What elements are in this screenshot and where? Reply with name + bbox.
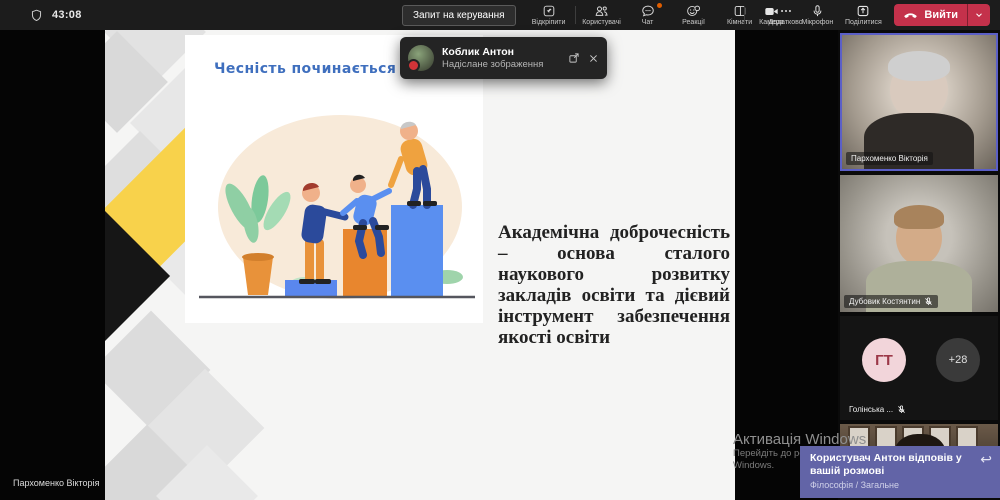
reply-arrow-icon[interactable]: ↩: [980, 452, 992, 493]
participant-name-tag: Пархоменко Вікторія: [846, 152, 933, 165]
avatar-initials: ГТ: [875, 352, 893, 369]
reactions-icon: [686, 4, 701, 18]
teamwork-illustration: [185, 87, 483, 315]
chat-button[interactable]: Чат: [625, 0, 671, 30]
participant-name: Голінська ...: [849, 405, 893, 414]
chat-label: Чат: [642, 19, 654, 26]
chevron-down-icon: [974, 10, 984, 20]
microphone-label: Мікрофон: [801, 19, 833, 26]
toast-message: Користувач Антон відповів у вашій розмов…: [810, 452, 976, 478]
toast-channel: Філософія / Загальне: [810, 480, 976, 490]
shield-icon: [30, 9, 43, 22]
camera-button[interactable]: Камера: [748, 0, 794, 30]
leave-button[interactable]: Вийти: [894, 4, 990, 26]
presentation-slide: Чесність починається з тебе: [105, 30, 735, 500]
participant-name: Пархоменко Вікторія: [851, 154, 928, 163]
popout-icon[interactable]: [568, 52, 580, 64]
share-button[interactable]: Поділитися: [840, 0, 886, 30]
chat-icon: [641, 4, 655, 18]
meeting-toolbar: 43:08 Запит на керування Відкріпити Кори…: [0, 0, 1000, 30]
video-tile-dubovyk[interactable]: Дубовик Костянтин: [840, 175, 998, 312]
presenter-name-overlay: Пархоменко Вікторія: [13, 478, 99, 488]
participant-name: Дубовик Костянтин: [849, 297, 920, 306]
participant-name-tag: Дубовик Костянтин: [844, 295, 938, 308]
request-control-button[interactable]: Запит на керування: [402, 5, 516, 26]
participants-sidebar: Пархоменко Вікторія Дубовик Костянтин ГТ…: [838, 30, 1000, 500]
slide-body-text: Академічна доброчесність – основа сталог…: [498, 222, 730, 348]
video-feed: [894, 205, 944, 229]
shared-screen-stage: Чесність починається з тебе: [0, 30, 838, 500]
unpin-icon: [542, 4, 556, 18]
video-feed: [888, 51, 950, 81]
participant-name-tag: Голінська ...: [844, 403, 911, 416]
avatar: ГТ: [862, 338, 906, 382]
video-tile-parkhomenko[interactable]: Пархоменко Вікторія: [840, 33, 998, 171]
toolbar-separator: [744, 6, 745, 24]
camera-label: Камера: [759, 19, 783, 26]
mic-muted-icon: [924, 297, 933, 306]
meeting-timer: 43:08: [52, 9, 82, 21]
microphone-icon: [811, 4, 824, 18]
participants-button[interactable]: Користувачі: [579, 0, 625, 30]
camera-icon: [764, 5, 779, 18]
notification-sender: Коблик Антон: [442, 46, 564, 59]
close-icon[interactable]: [588, 53, 599, 64]
reactions-label: Реакції: [682, 19, 705, 26]
participants-label: Користувачі: [582, 19, 621, 26]
chat-unread-badge: [657, 3, 662, 8]
reactions-button[interactable]: Реакції: [671, 0, 717, 30]
share-screen-icon: [856, 4, 870, 18]
avatar: [408, 45, 434, 71]
chat-notification-popup[interactable]: Коблик Антон Надіслане зображення: [400, 37, 607, 79]
unpin-label: Відкріпити: [532, 19, 566, 26]
share-label: Поділитися: [845, 19, 882, 26]
unpin-button[interactable]: Відкріпити: [526, 0, 572, 30]
mic-muted-icon: [897, 405, 906, 414]
people-icon: [594, 4, 609, 18]
busy-status-dot: [407, 59, 420, 72]
audio-tile-holinska[interactable]: ГТ +28 Голінська ...: [840, 316, 998, 420]
microphone-button[interactable]: Мікрофон: [794, 0, 840, 30]
hangup-icon: [903, 10, 918, 20]
reply-toast[interactable]: Користувач Антон відповів у вашій розмов…: [800, 446, 1000, 498]
toolbar-separator: [575, 6, 576, 24]
leave-options-button[interactable]: [967, 4, 990, 26]
leave-label: Вийти: [924, 9, 958, 21]
notification-message: Надіслане зображення: [442, 59, 564, 71]
overflow-participants-badge[interactable]: +28: [936, 338, 980, 382]
overflow-count: +28: [949, 354, 968, 366]
